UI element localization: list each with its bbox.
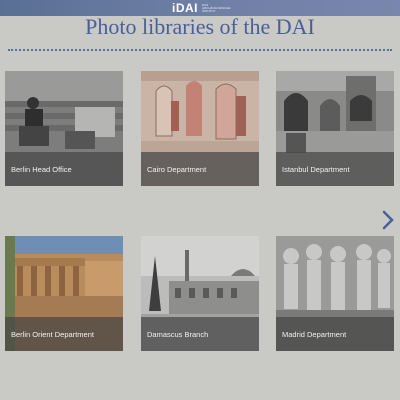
chevron-right-icon (382, 210, 394, 230)
tile-label: Istanbul Department (282, 164, 350, 174)
tile-berlin-head-office[interactable]: Berlin Head Office (5, 71, 123, 186)
tile-label: Berlin Head Office (11, 164, 72, 174)
tile-label: Damascus Branch (147, 329, 209, 339)
tile-caption: Cairo Department (141, 152, 259, 186)
tile-berlin-orient-department[interactable]: Berlin Orient Department (5, 236, 123, 351)
tile-madrid-department[interactable]: Madrid Department (276, 236, 394, 351)
tile-cairo-department[interactable]: Cairo Department (141, 71, 259, 186)
title-divider (8, 49, 392, 51)
dai-logo[interactable]: iDAI DAS ARCHÄOLOGISCHE INSTITUT (172, 1, 231, 15)
tile-caption: Berlin Head Office (5, 152, 123, 186)
tile-caption: Madrid Department (276, 317, 394, 351)
page-title: Photo libraries of the DAI (85, 14, 315, 39)
tile-label: Cairo Department (147, 164, 207, 174)
tile-caption: Berlin Orient Department (5, 317, 123, 351)
tile-damascus-branch[interactable]: Damascus Branch (141, 236, 259, 351)
logo-subtitle: DAS ARCHÄOLOGISCHE INSTITUT (202, 2, 231, 13)
next-page-button[interactable] (380, 207, 396, 233)
logo-mark: iDAI (172, 1, 198, 15)
tile-label: Madrid Department (282, 329, 347, 339)
tile-caption: Istanbul Department (276, 152, 394, 186)
tile-caption: Damascus Branch (141, 317, 259, 351)
tile-label: Berlin Orient Department (11, 329, 94, 339)
tile-istanbul-department[interactable]: Istanbul Department (276, 71, 394, 186)
